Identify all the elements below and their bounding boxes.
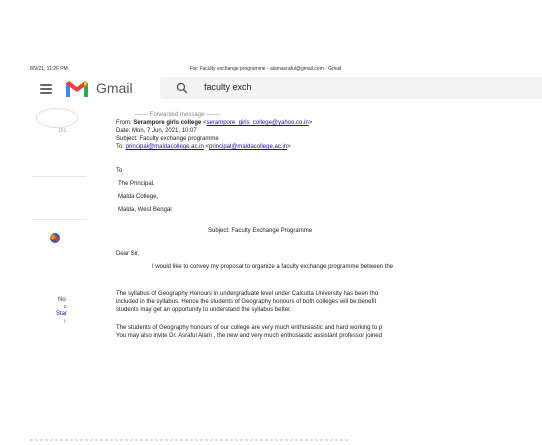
from-email-link[interactable]: serampore_girls_college@yahoo.co.in [207, 120, 309, 126]
snippet-text: i [64, 319, 66, 325]
paragraph-line: I would like to convey my proposal to or… [152, 264, 394, 270]
snippet-text: c [64, 304, 67, 310]
paragraph-line: included in the syllabus. Hence the stud… [116, 299, 377, 305]
from-gt: > [308, 120, 313, 126]
email-body: ------- Forwarded message ------- From: … [116, 112, 542, 356]
salutation: Dear Sir, [116, 251, 140, 257]
date-line: Date: Mon, 7 Jun, 2021, 10:07 [116, 128, 197, 134]
star-link[interactable]: Star [56, 311, 67, 317]
print-title: Fw: Faculty exchange programme - alamasr… [190, 66, 342, 72]
paragraph-line: The syllabus of Geography Honours in und… [116, 291, 379, 297]
to-email-link[interactable]: principal@maldacollege.ac.in [209, 144, 287, 150]
from-name: Serampore girls college [133, 120, 202, 126]
main-menu-icon[interactable] [40, 84, 52, 94]
address-line: Malda College, [118, 194, 159, 200]
paragraph-line: You may also invite Dr. Asraful Alam , t… [116, 333, 382, 339]
address-line: Malda, West Bengal [118, 207, 172, 213]
search-input[interactable]: faculty exch [204, 82, 252, 92]
page-footer-strip [30, 439, 350, 441]
print-date: 8/9/21, 11:26 PM [30, 66, 68, 72]
avatar-placeholder [36, 108, 78, 128]
subject-line: Subject: Faculty exchange programme [116, 136, 219, 142]
address-line: The Principal, [118, 181, 155, 187]
sender-avatar-icon[interactable] [48, 232, 62, 244]
paragraph-line: students may get an opportunity to under… [116, 307, 292, 313]
gmail-logo-icon[interactable] [64, 79, 90, 99]
recipient-to: To [116, 168, 123, 174]
letter-subject: Subject: Faculty Exchange Programme [208, 228, 313, 234]
paragraph-line: The students of Geography honours of our… [116, 325, 383, 331]
from-line: From: Serampore girls college <serampore… [116, 120, 312, 128]
to-gt: > [287, 144, 291, 150]
sidebar-panel [32, 176, 86, 220]
from-label: From: [116, 120, 132, 126]
to-line: To: principal@maldacollege.ac.in <princi… [116, 144, 291, 152]
app-name: Gmail [96, 80, 133, 96]
to-label: To: [116, 144, 125, 150]
message-count: 151 [58, 128, 67, 134]
to-email-link[interactable]: principal@maldacollege.ac.in [126, 144, 204, 150]
forwarded-marker: ------- Forwarded message ------- [134, 112, 220, 118]
search-icon[interactable] [176, 82, 188, 94]
snippet-text: No [58, 297, 66, 303]
